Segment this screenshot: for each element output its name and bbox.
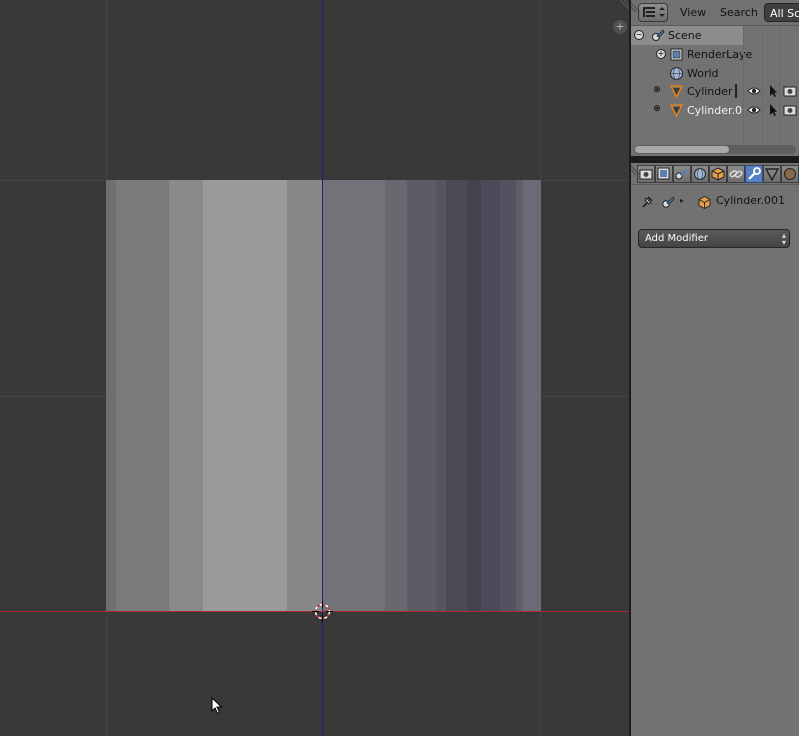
collapse-icon[interactable]: − <box>634 30 644 40</box>
column-divider <box>779 26 780 144</box>
mesh-object-icon <box>669 104 684 118</box>
selectability-arrow-icon[interactable] <box>766 103 780 117</box>
outliner-editor[interactable]: View Search All Sc − Scene + RenderLaye … <box>631 0 799 156</box>
horizontal-scrollbar[interactable] <box>634 145 796 154</box>
render-layers-icon <box>670 48 683 61</box>
mouse-pointer-icon <box>211 696 223 718</box>
world-icon <box>694 168 706 180</box>
text-caret <box>735 84 737 98</box>
area-split-widget-icon[interactable] <box>616 0 629 12</box>
outliner-header: View Search All Sc <box>631 0 799 26</box>
scene-icon <box>662 196 675 208</box>
properties-header <box>631 163 799 185</box>
cylinder-mesh[interactable] <box>106 180 541 611</box>
tab-constraints[interactable] <box>727 165 745 183</box>
outliner-item-scene[interactable]: − Scene <box>631 26 743 45</box>
breadcrumb-object-name: Cylinder.001 <box>716 194 786 207</box>
add-modifier-label: Add Modifier <box>645 233 708 244</box>
tab-world[interactable] <box>691 165 709 183</box>
world-icon <box>670 67 683 80</box>
outliner-editor-icon <box>643 7 665 17</box>
view-menu[interactable]: View <box>680 6 706 19</box>
column-divider <box>743 26 744 144</box>
object-icon <box>711 167 725 181</box>
outliner-item-world[interactable]: World <box>631 64 799 83</box>
display-mode-dropdown[interactable]: All Sc <box>764 3 799 22</box>
tab-modifiers[interactable] <box>745 165 763 183</box>
outliner-item-label: Scene <box>668 29 702 42</box>
properties-panel: ▸ Cylinder.001 Add Modifier ▴ ▾ <box>631 185 799 736</box>
dropdown-arrows-icon: ▴ ▾ <box>781 231 786 247</box>
outliner-item-cylinder[interactable]: ⊕ Cylinder <box>631 82 799 101</box>
selectability-arrow-icon[interactable] <box>766 84 780 98</box>
column-divider <box>762 26 763 144</box>
scrollbar-thumb[interactable] <box>635 146 729 153</box>
search-menu[interactable]: Search <box>720 6 758 19</box>
visibility-eye-icon[interactable] <box>747 103 761 117</box>
expand-arrow-icon[interactable]: ⊕ <box>652 86 662 96</box>
area-split-widget-icon[interactable] <box>631 0 643 12</box>
modifiers-icon <box>748 167 761 180</box>
scene-icon <box>675 169 687 180</box>
expand-arrow-icon[interactable]: ⊕ <box>652 105 662 115</box>
tab-data[interactable] <box>763 165 781 183</box>
object-icon <box>698 195 711 210</box>
area-split-widget-icon[interactable] <box>631 163 643 175</box>
tab-render-layers[interactable] <box>655 165 673 183</box>
mesh-object-icon <box>669 85 684 99</box>
visibility-eye-icon[interactable] <box>747 84 761 98</box>
material-icon <box>784 168 796 180</box>
3d-cursor-icon[interactable] <box>312 601 333 622</box>
properties-editor[interactable]: ▸ Cylinder.001 Add Modifier ▴ ▾ <box>631 163 799 736</box>
constraints-icon <box>729 170 743 178</box>
expand-icon[interactable]: + <box>656 49 666 59</box>
outliner-item-label: World <box>687 67 719 80</box>
breadcrumb-separator-icon: ▸ <box>680 196 685 205</box>
3d-viewport[interactable]: + <box>0 0 629 736</box>
tab-object[interactable] <box>709 165 727 183</box>
scene-icon <box>652 29 665 41</box>
properties-toggle-icon[interactable]: + <box>613 20 627 34</box>
outliner-item-label: Cylinder.00 <box>687 104 742 117</box>
tab-scene[interactable] <box>673 165 691 183</box>
outliner-item-label: Cylinder <box>687 85 733 98</box>
renderability-camera-icon[interactable] <box>783 103 797 117</box>
pin-icon[interactable] <box>640 195 654 209</box>
outliner-item-cylinder-001[interactable]: ⊕ Cylinder.00 <box>631 101 799 120</box>
data-icon <box>764 168 780 182</box>
editor-divider[interactable] <box>631 156 799 163</box>
add-modifier-dropdown[interactable]: Add Modifier ▴ ▾ <box>638 229 790 248</box>
outliner-item-renderlayers[interactable]: + RenderLaye <box>631 45 799 64</box>
tab-material[interactable] <box>781 165 799 183</box>
renderability-camera-icon[interactable] <box>783 84 797 98</box>
z-axis-line <box>322 0 323 736</box>
render-layers-icon <box>657 167 670 180</box>
